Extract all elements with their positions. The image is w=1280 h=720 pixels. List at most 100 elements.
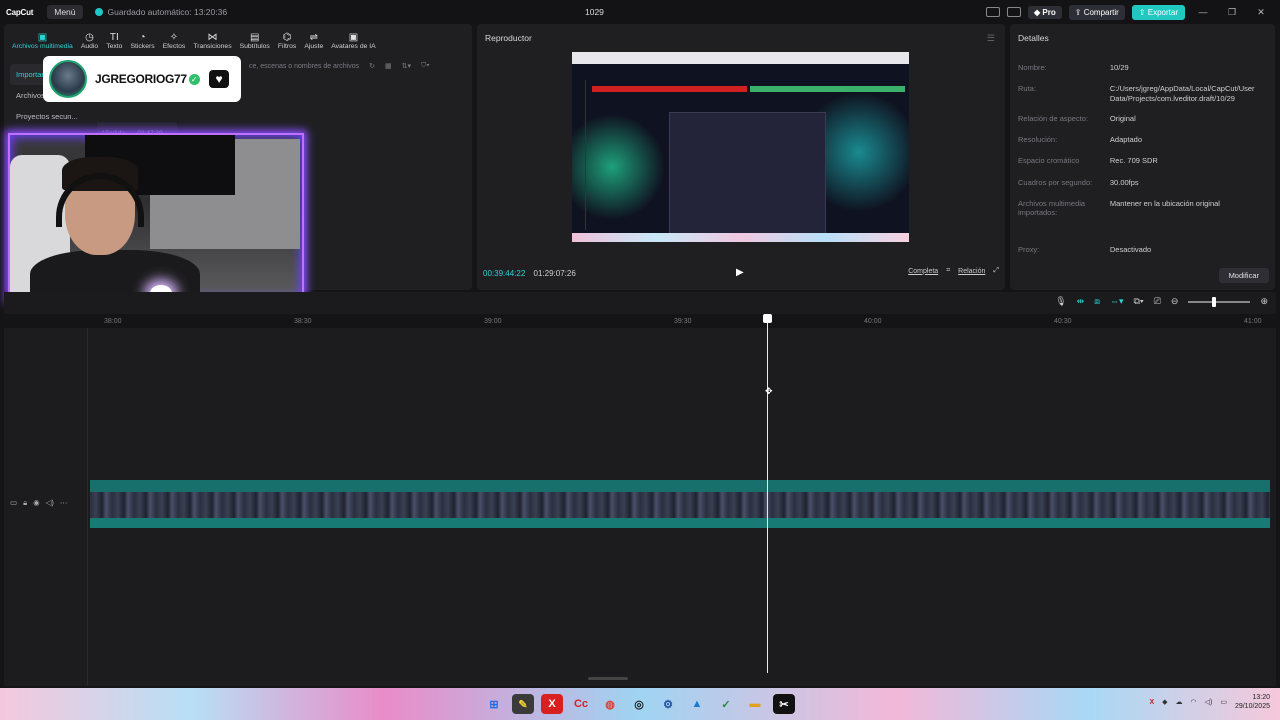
preview-bottom-art — [572, 233, 909, 242]
layout-icon[interactable] — [986, 7, 1001, 17]
detail-key: Resolución: — [1018, 135, 1058, 144]
menu-icon[interactable]: ☰ — [987, 33, 995, 44]
magnet-icon[interactable]: ⧈ — [1094, 296, 1100, 307]
clip-header[interactable] — [90, 480, 1270, 492]
autosave-status: Guardado automático: 13:20:36 — [94, 7, 227, 17]
tab-transitions[interactable]: ⋈ Transiciones — [189, 28, 235, 54]
minimize-icon[interactable]: — — [1192, 7, 1214, 17]
detail-value: Desactivado — [1109, 245, 1152, 254]
taskbar-apps: ⊞ ✎ X Cc ◍ ◎ ⚙ ▲ ✓ ▬ ✂ — [483, 694, 795, 714]
zoom-slider-knob[interactable] — [1212, 296, 1217, 307]
clock[interactable]: 13:20 29/10/2025 — [1235, 693, 1270, 711]
full-quality-button[interactable]: Completa — [908, 268, 938, 275]
obs-icon[interactable]: ◎ — [628, 694, 650, 714]
notes-app-icon[interactable]: ✎ — [512, 694, 534, 714]
filter-icon[interactable]: ⛉▾ — [421, 62, 430, 70]
battery-icon[interactable]: ▭ — [1220, 698, 1227, 706]
detail-value: C:/Users/jgreg/AppData/Local/CapCut/User… — [1109, 84, 1255, 103]
tray-x-icon[interactable]: X — [1149, 699, 1154, 706]
detail-value: Rec. 709 SDR — [1109, 156, 1158, 165]
sticker-icon: ◔ — [139, 32, 146, 43]
close-icon[interactable]: ✕ — [1250, 7, 1272, 18]
avatar — [49, 60, 87, 98]
tray-app-icon[interactable]: ◆ — [1162, 698, 1167, 706]
detail-row: Archivos multimedia importados: Mantener … — [1018, 199, 1268, 217]
adobe-app-icon[interactable]: Cc — [570, 694, 592, 714]
grid-view-icon[interactable]: ▦ — [385, 62, 392, 70]
move-cursor-icon: ✥ — [765, 386, 773, 396]
preview-axis-icon[interactable]: ⎚ — [1154, 296, 1161, 307]
tab-media[interactable]: ▣ Archivos multimedia — [8, 28, 77, 54]
tab-label: Archivos multimedia — [12, 43, 73, 50]
timeline-ruler[interactable]: 38:00 38:30 39:00 39:30 40:00 40:30 41:0… — [90, 314, 1276, 328]
windows-start-icon[interactable]: ⊞ — [483, 694, 505, 714]
playhead-handle[interactable] — [763, 314, 772, 323]
photos-app-icon[interactable]: ▲ — [686, 694, 708, 714]
eye-icon[interactable]: ◉ — [33, 498, 40, 508]
detail-row: Resolución: Adaptado — [1018, 135, 1268, 145]
share-button[interactable]: ⇪ Compartir — [1068, 4, 1125, 20]
sort-icon[interactable]: ⇅▾ — [402, 62, 411, 70]
lock-icon[interactable]: 🔒︎ — [23, 498, 27, 508]
app-logo: CapCut — [6, 7, 34, 17]
clock-time: 13:20 — [1252, 694, 1270, 701]
ratio-button[interactable]: Relación — [958, 268, 985, 275]
split-icon[interactable]: ⧉▾ — [1133, 296, 1143, 307]
snap-icon[interactable]: ⇔▾ — [1110, 296, 1124, 307]
ruler-tick: 38:00 — [104, 318, 122, 325]
audio-waveform[interactable] — [90, 518, 1270, 528]
sidebar-item-secondary-projects[interactable]: Proyectos secun... — [10, 106, 86, 127]
fullscreen-icon[interactable]: ⤢ — [993, 267, 999, 275]
zoom-in-icon[interactable]: ⊕ — [1260, 296, 1268, 307]
heart-icon: ♥ — [209, 70, 229, 88]
tab-adjust[interactable]: ⇌ Ajuste — [300, 28, 327, 54]
wifi-icon[interactable]: ◠ — [1191, 698, 1197, 706]
preview-sidebar — [576, 80, 586, 230]
tab-subtitles[interactable]: ▤ Subtítulos — [236, 28, 274, 54]
current-time: 00:39:44:22 — [483, 269, 526, 278]
preview-glow — [572, 112, 672, 222]
menu-button[interactable]: Menú — [47, 5, 83, 19]
capcut-app-icon[interactable]: ✂ — [773, 694, 795, 714]
tab-ai-avatars[interactable]: ▣ Avatares de IA — [327, 28, 379, 54]
player-controls-right: Completa ⌗ Relación ⤢ — [908, 267, 999, 275]
modify-button[interactable]: Modificar — [1218, 268, 1269, 283]
tab-audio[interactable]: ◷ Audio — [77, 28, 102, 54]
play-icon[interactable]: ▶ — [736, 267, 744, 278]
green-app-icon[interactable]: ✓ — [715, 694, 737, 714]
video-preview[interactable] — [572, 52, 909, 242]
volume-tray-icon[interactable]: ◁) — [1205, 698, 1213, 706]
details-panel: Detalles Nombre: 10/29 Ruta: C:/Users/jgre… — [1010, 24, 1275, 290]
playhead[interactable] — [767, 318, 768, 673]
adjust-icon: ⇌ — [309, 32, 318, 43]
settings-app-icon[interactable]: ⚙ — [657, 694, 679, 714]
tab-text[interactable]: TI Texto — [102, 28, 126, 54]
tab-stickers[interactable]: ◔ Stickers — [126, 28, 158, 54]
refresh-icon[interactable]: ↻ — [369, 62, 375, 70]
folder-icon[interactable]: ▬ — [744, 694, 766, 714]
media-icon: ▣ — [37, 32, 48, 43]
zoom-out-icon[interactable]: ⊖ — [1171, 296, 1179, 307]
tray-cloud-icon[interactable]: ☁ — [1176, 698, 1183, 706]
snapshot-icon[interactable]: ⌗ — [946, 267, 950, 275]
export-button[interactable]: ⇧ Exportar — [1131, 4, 1185, 20]
cover-icon[interactable]: ▭ — [10, 498, 17, 508]
detail-key: Archivos multimedia importados: — [1018, 199, 1086, 217]
more-icon[interactable]: ⋯ — [60, 498, 68, 508]
chrome-icon[interactable]: ◍ — [599, 694, 621, 714]
maximize-icon[interactable]: ❐ — [1221, 7, 1243, 18]
link-icon[interactable]: ⇹ — [1077, 296, 1085, 307]
tab-effects[interactable]: ✧ Efectos — [159, 28, 190, 54]
search-input[interactable]: ce, escenas o nombres de archivos — [249, 63, 359, 70]
microphone-icon[interactable]: 🎙︎ — [1055, 296, 1066, 307]
volume-icon[interactable]: ◁) — [46, 498, 54, 508]
video-clip[interactable] — [90, 492, 1270, 518]
pro-button[interactable]: ◆ Pro — [1028, 5, 1062, 19]
tab-filters[interactable]: ⌬ Filtros — [274, 28, 301, 54]
os-taskbar: ⊞ ✎ X Cc ◍ ◎ ⚙ ▲ ✓ ▬ ✂ X ◆ ☁ ◠ ◁) ▭ 13:2… — [0, 688, 1280, 720]
filters-icon: ⌬ — [282, 32, 292, 43]
horizontal-scrollbar[interactable] — [588, 677, 628, 680]
keyboard-icon[interactable] — [1007, 7, 1022, 17]
x-app-icon[interactable]: X — [541, 694, 563, 714]
zoom-slider[interactable] — [1188, 296, 1251, 307]
